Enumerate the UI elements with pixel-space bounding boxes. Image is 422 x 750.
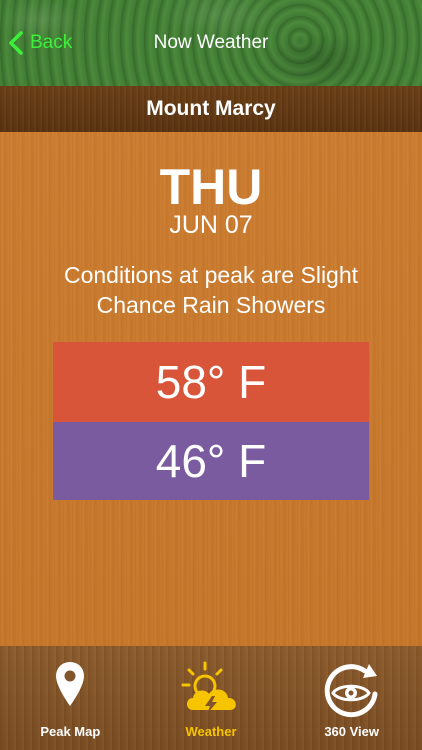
sun-cloud-lightning-icon bbox=[181, 661, 236, 714]
tab-weather-label: Weather bbox=[185, 724, 237, 739]
forecast-date: JUN 07 bbox=[169, 211, 253, 239]
high-temperature: 58° F bbox=[53, 342, 369, 422]
forecast-conditions: Conditions at peak are Slight Chance Rai… bbox=[63, 262, 359, 318]
forecast-panel: THU JUN 07 Conditions at peak are Slight… bbox=[0, 132, 422, 646]
tab-peak-map[interactable]: Peak Map bbox=[0, 646, 141, 750]
nav-title: Now Weather bbox=[153, 32, 269, 53]
tab-weather[interactable]: Weather bbox=[141, 646, 282, 750]
tab-360-view-label: 360 View bbox=[324, 724, 380, 739]
nav-bar: Back Now Weather bbox=[0, 0, 422, 86]
tab-360-view[interactable]: 360 View bbox=[281, 646, 422, 750]
tab-bar: Peak Map Weather 360 View bbox=[0, 646, 422, 750]
peak-name: Mount Marcy bbox=[146, 97, 276, 120]
forecast-day: THU bbox=[159, 159, 263, 215]
low-temperature: 46° F bbox=[53, 422, 369, 500]
peak-header: Mount Marcy bbox=[0, 86, 422, 132]
tab-peak-map-label: Peak Map bbox=[40, 724, 101, 739]
eye-rotate-icon bbox=[324, 664, 378, 718]
map-pin-icon bbox=[56, 662, 85, 706]
